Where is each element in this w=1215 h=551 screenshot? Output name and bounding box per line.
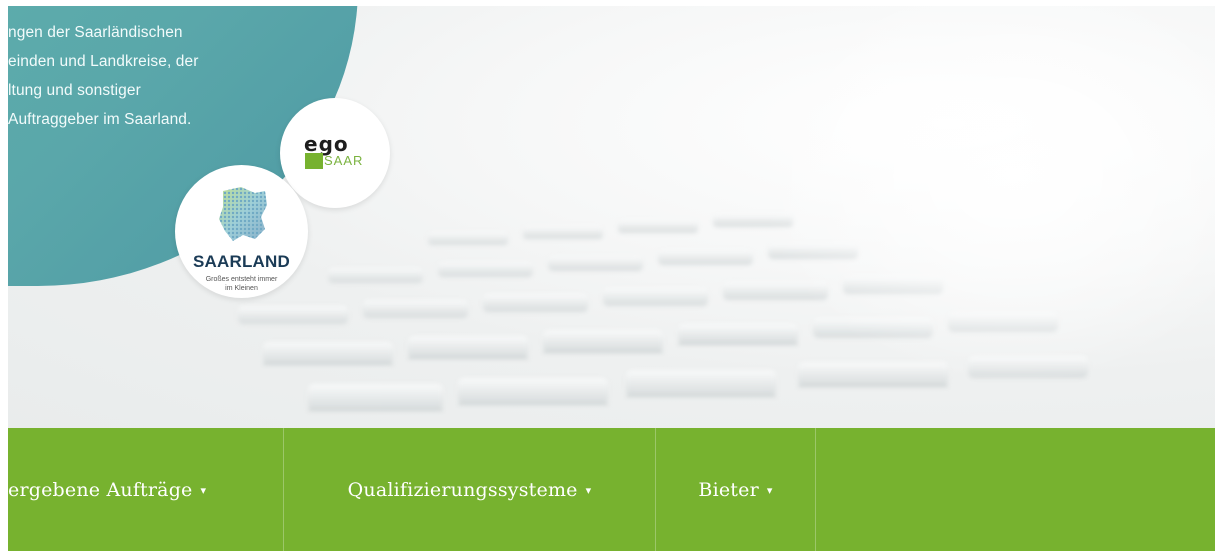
saarland-logo-tagline: Großes entsteht immer im Kleinen xyxy=(175,275,308,293)
intro-line: einden und Landkreise, der xyxy=(8,53,199,70)
tagline-line: Großes entsteht immer xyxy=(205,276,278,283)
nav-item-qualifizierungssysteme[interactable]: Qualifizierungssysteme ▾ xyxy=(284,428,656,551)
saarland-logo[interactable]: SAARLAND Großes entsteht immer im Kleine… xyxy=(175,165,308,298)
nav-item-bieter[interactable]: Bieter ▾ xyxy=(656,428,816,551)
intro-text: ngen der Saarländischen einden und Landk… xyxy=(8,18,278,134)
main-nav: ergebene Aufträge ▾ Qualifizierungssyste… xyxy=(8,428,1215,551)
nav-item-label: Qualifizierungssysteme xyxy=(347,478,578,501)
ego-green-square-icon xyxy=(305,153,323,169)
nav-item-vergebene-auftraege[interactable]: ergebene Aufträge ▾ xyxy=(8,428,284,551)
intro-line: Auftraggeber im Saarland. xyxy=(8,111,192,128)
intro-line: ngen der Saarländischen xyxy=(8,24,183,41)
hero-banner: ngen der Saarländischen einden und Landk… xyxy=(8,6,1215,428)
ego-logo-saar: SAAR xyxy=(324,153,364,168)
ego-saar-logo[interactable]: ego SAAR xyxy=(280,98,390,208)
chevron-down-icon: ▾ xyxy=(585,484,592,497)
nav-item-label: ergebene Aufträge xyxy=(8,478,193,501)
chevron-down-icon: ▾ xyxy=(200,484,207,497)
saarland-logo-name: SAARLAND xyxy=(193,252,290,271)
intro-line: ltung und sonstiger xyxy=(8,82,141,99)
saarland-map-icon xyxy=(219,187,267,241)
nav-item-label: Bieter xyxy=(698,478,759,501)
tagline-line: im Kleinen xyxy=(225,285,258,292)
chevron-down-icon: ▾ xyxy=(766,484,773,497)
